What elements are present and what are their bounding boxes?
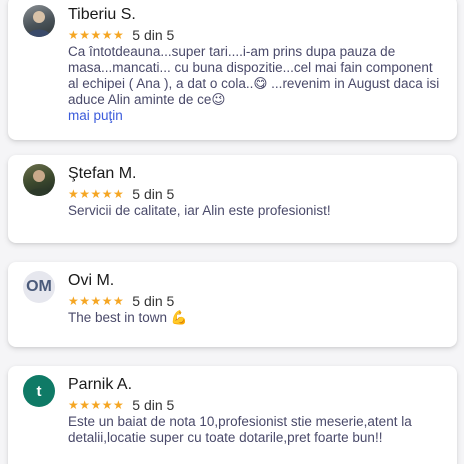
- rating-score: 5 din 5: [132, 396, 175, 413]
- avatar: t: [23, 375, 55, 407]
- review-text: Servicii de calitate, iar Alin este prof…: [68, 203, 331, 218]
- reviewer-name: Parnik A.: [68, 376, 133, 393]
- rating-score: 5 din 5: [132, 292, 175, 309]
- review-card: t Parnik A. ★★★★★ 5 din 5 Este un baiat …: [8, 366, 457, 464]
- reviewer-name: Tiberiu S.: [68, 6, 136, 23]
- review-text: The best in town 💪: [68, 310, 188, 325]
- review-card: Tiberiu S. ★★★★★ 5 din 5 Ca întotdeauna.…: [8, 0, 457, 140]
- review-card: Ştefan M. ★★★★★ 5 din 5 Servicii de cali…: [8, 155, 457, 243]
- review-text: Este un baiat de nota 10,profesionist st…: [68, 414, 412, 445]
- reviews-list: Tiberiu S. ★★★★★ 5 din 5 Ca întotdeauna.…: [0, 0, 464, 464]
- rating-score: 5 din 5: [132, 185, 175, 202]
- rating: ★★★★★ 5 din 5: [68, 396, 443, 413]
- star-rating-icon: ★★★★★: [68, 397, 125, 412]
- rating-score: 5 din 5: [132, 26, 175, 43]
- avatar: [23, 164, 55, 196]
- rating: ★★★★★ 5 din 5: [68, 292, 443, 309]
- reviewer-name: Ovi M.: [68, 272, 115, 289]
- star-rating-icon: ★★★★★: [68, 27, 125, 42]
- avatar: OM: [23, 271, 55, 303]
- star-rating-icon: ★★★★★: [68, 293, 125, 308]
- reviewer-name: Ştefan M.: [68, 165, 137, 182]
- user-photo-icon: [27, 170, 51, 196]
- rating: ★★★★★ 5 din 5: [68, 185, 443, 202]
- user-photo-icon: [27, 11, 51, 37]
- show-less-link[interactable]: mai puţin: [68, 108, 443, 124]
- review-card: OM Ovi M. ★★★★★ 5 din 5 The best in town…: [8, 262, 457, 347]
- review-text: Ca întotdeauna...super tari....i-am prin…: [68, 44, 440, 107]
- rating: ★★★★★ 5 din 5: [68, 26, 443, 43]
- star-rating-icon: ★★★★★: [68, 186, 125, 201]
- avatar: [23, 5, 55, 37]
